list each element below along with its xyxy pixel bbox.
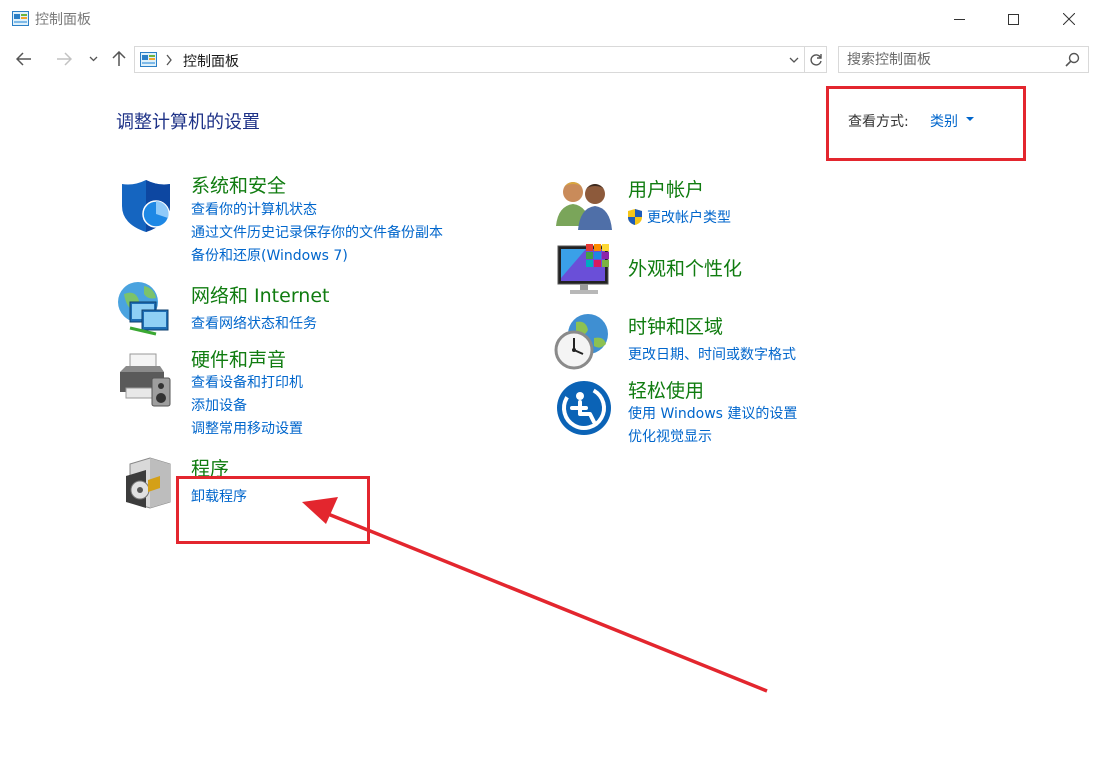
annotation-arrow [0,0,1103,775]
